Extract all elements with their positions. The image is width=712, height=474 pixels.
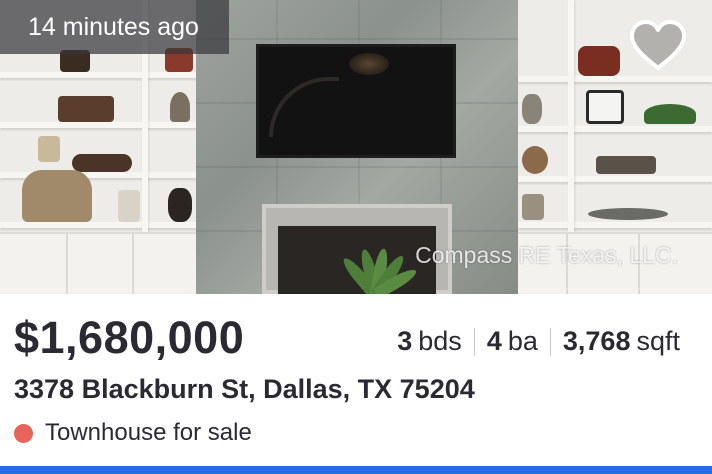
fact-divider <box>549 327 551 356</box>
sqft-value: 3,768 <box>562 326 631 356</box>
baths-fact: 4 ba <box>487 326 538 357</box>
home-facts: 3 bds 4 ba 3,768 sqft <box>397 326 680 357</box>
posted-time-badge: 14 minutes ago <box>0 0 229 54</box>
baths-value: 4 <box>486 326 502 356</box>
status-dot-icon <box>14 423 33 443</box>
bottom-accent-bar <box>0 466 712 474</box>
sqft-fact: 3,768 sqft <box>563 326 680 357</box>
beds-fact: 3 bds <box>397 326 462 357</box>
listing-card[interactable]: 14 minutes ago Compass RE Texas, LLC. $1… <box>0 0 712 474</box>
television <box>256 44 456 158</box>
sqft-unit: sqft <box>636 326 680 356</box>
plant <box>339 240 419 294</box>
listing-photo[interactable]: 14 minutes ago Compass RE Texas, LLC. <box>0 0 712 294</box>
listing-address[interactable]: 3378 Blackburn St, Dallas, TX 75204 <box>14 374 475 405</box>
heart-outline-icon[interactable] <box>626 18 690 74</box>
baths-unit: ba <box>507 326 538 356</box>
photo-credit: Compass RE Texas, LLC. <box>415 242 678 268</box>
status-label: Townhouse for sale <box>45 419 252 446</box>
beds-unit: bds <box>418 326 462 356</box>
listing-price: $1,680,000 <box>14 312 245 363</box>
fact-divider <box>473 327 475 356</box>
beds-value: 3 <box>397 326 413 356</box>
listing-status: Townhouse for sale <box>14 419 252 447</box>
